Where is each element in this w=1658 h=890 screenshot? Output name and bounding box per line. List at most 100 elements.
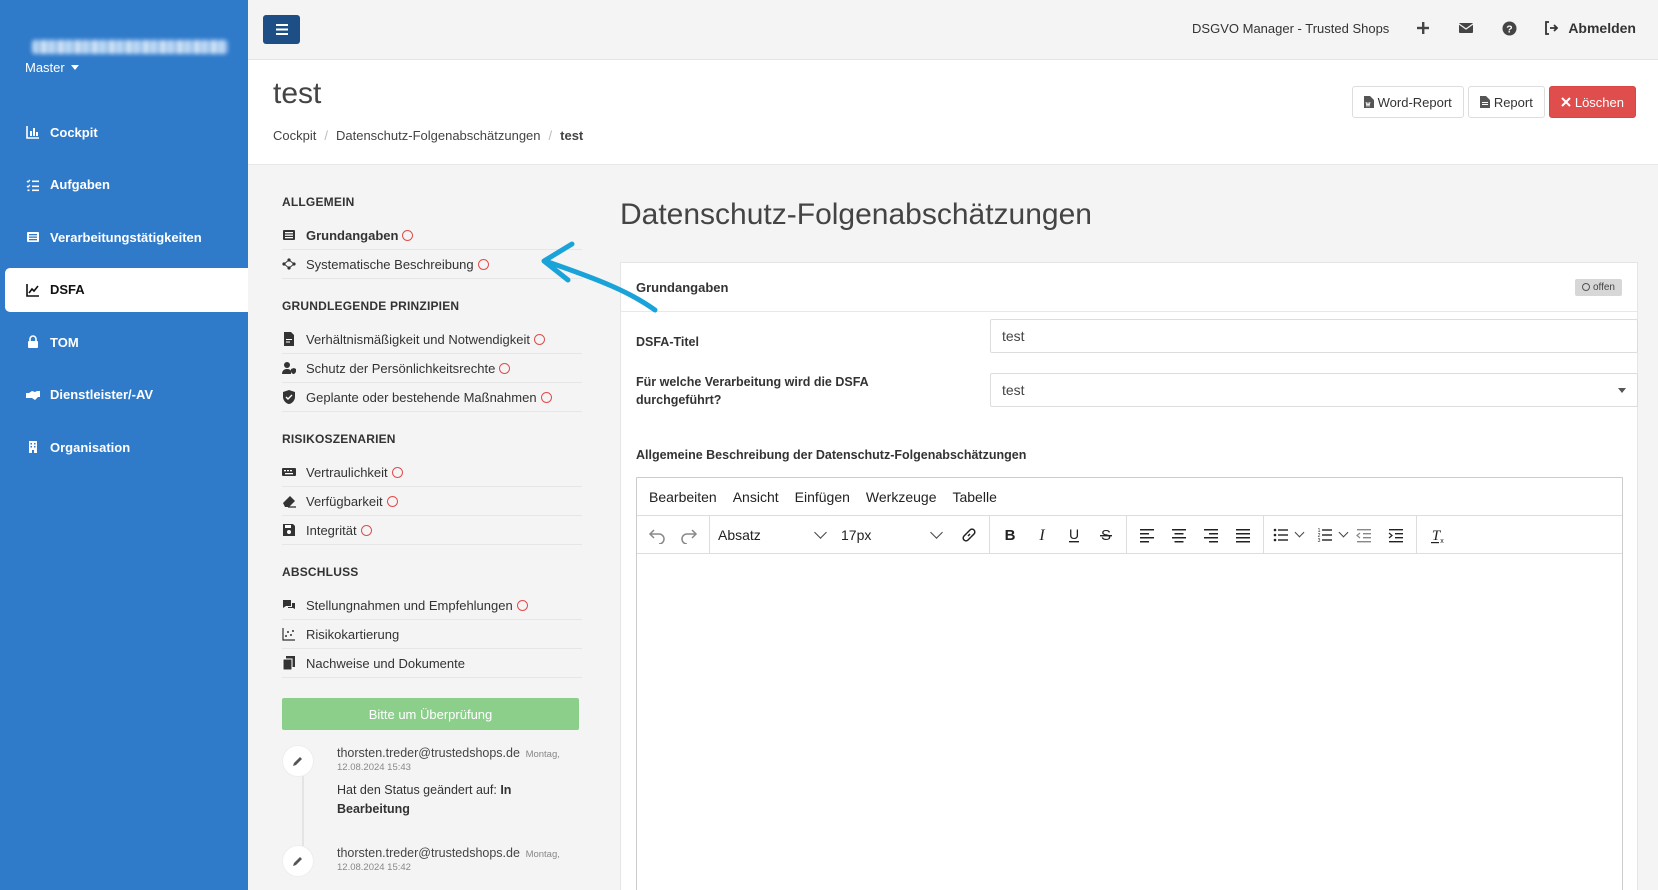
block-format-select[interactable]: Absatz bbox=[710, 526, 833, 543]
timeline-datetime: 12.08.2024 15:43 bbox=[337, 762, 411, 773]
font-size-value: 17px bbox=[841, 526, 872, 543]
bullet-list-icon bbox=[1269, 520, 1293, 550]
toolbar-list-group: 123 bbox=[1264, 516, 1417, 553]
question-circle-icon[interactable]: ? bbox=[1501, 20, 1517, 36]
clear-formatting-icon[interactable]: Tx bbox=[1422, 520, 1452, 550]
undo-icon[interactable] bbox=[642, 520, 672, 550]
nav-integritaet[interactable]: Integrität bbox=[282, 516, 582, 545]
hamburger-menu-button[interactable] bbox=[263, 15, 300, 44]
sidebar-item-dienstleister[interactable]: Dienstleister/-AV bbox=[0, 373, 248, 417]
align-center-icon[interactable] bbox=[1164, 520, 1194, 550]
processing-label: Für welche Verarbeitung wird die DSFA du… bbox=[636, 375, 869, 407]
breadcrumb-dsfa[interactable]: Datenschutz-Folgenabschätzungen bbox=[336, 128, 541, 143]
report-button[interactable]: Report bbox=[1467, 86, 1545, 118]
nav-vertraulichkeit[interactable]: Vertraulichkeit bbox=[282, 458, 582, 487]
timeline-day: Montag, bbox=[525, 749, 560, 760]
word-report-button[interactable]: Word-Report bbox=[1351, 86, 1464, 118]
editor-toolbar: Absatz 17px B I U S 1 2 3 T x bbox=[637, 516, 1622, 554]
nav-risikokartierung[interactable]: Risikokartierung bbox=[282, 620, 582, 649]
sidebar-item-verarbeitungstaetigkeiten[interactable]: Verarbeitungstätigkeiten bbox=[0, 215, 248, 259]
breadcrumb-current: test bbox=[560, 128, 584, 143]
numbered-list-icon: 123 bbox=[1313, 520, 1337, 550]
menu-einfuegen[interactable]: Einfügen bbox=[795, 489, 850, 505]
sidebar-item-organisation[interactable]: Organisation bbox=[0, 425, 248, 469]
plus-icon[interactable] bbox=[1415, 20, 1431, 36]
eraser-icon bbox=[282, 494, 296, 508]
processing-select[interactable]: test bbox=[990, 373, 1638, 407]
nav-nachweise[interactable]: Nachweise und Dokumente bbox=[282, 649, 582, 678]
bold-icon[interactable]: B bbox=[995, 520, 1025, 550]
status-open-icon bbox=[386, 495, 398, 507]
activity-timeline: thorsten.treder@trustedshops.de Montag, … bbox=[282, 745, 582, 877]
align-justify-icon[interactable] bbox=[1228, 520, 1258, 550]
italic-icon[interactable]: I bbox=[1027, 520, 1057, 550]
timeline-day: Montag, bbox=[525, 849, 560, 860]
nav-item-label: Schutz der Persönlichkeitsrechte bbox=[306, 360, 496, 376]
file-pdf-icon bbox=[1479, 96, 1490, 108]
toolbar-history-group bbox=[637, 516, 710, 553]
comments-icon bbox=[282, 598, 296, 612]
section-grundlegende-prinzipien: GRUNDLEGENDE PRINZIPIEN Verhältnismäßigk… bbox=[282, 299, 582, 412]
link-icon[interactable] bbox=[954, 520, 984, 550]
svg-text:U: U bbox=[1069, 526, 1079, 542]
caret-down-icon bbox=[70, 65, 79, 70]
nav-persoenlichkeitsrechte[interactable]: Schutz der Persönlichkeitsrechte bbox=[282, 354, 582, 383]
bullet-list-dropdown[interactable] bbox=[1269, 520, 1305, 550]
chart-line-icon bbox=[26, 283, 40, 297]
file-word-icon bbox=[1363, 96, 1374, 108]
sidebar-item-dsfa[interactable]: DSFA bbox=[5, 267, 248, 312]
underline-icon[interactable]: U bbox=[1059, 520, 1089, 550]
svg-text:?: ? bbox=[1506, 23, 1512, 35]
logout-button[interactable]: Abmelden bbox=[1544, 20, 1636, 36]
section-title: RISIKOSZENARIEN bbox=[282, 432, 396, 446]
numbered-list-dropdown[interactable]: 123 bbox=[1313, 520, 1349, 550]
section-risikoszenarien: RISIKOSZENARIEN Vertraulichkeit Verfügba… bbox=[282, 432, 582, 545]
nav-stellungnahmen[interactable]: Stellungnahmen und Empfehlungen bbox=[282, 591, 582, 620]
user-shield-icon bbox=[282, 361, 296, 375]
outdent-icon[interactable] bbox=[1349, 520, 1379, 550]
chevron-down-icon bbox=[930, 526, 943, 539]
timeline-text-prefix: Hat den Status geändert auf: bbox=[337, 783, 497, 797]
status-open-icon bbox=[534, 333, 546, 345]
section-title: ABSCHLUSS bbox=[282, 565, 359, 579]
block-format-value: Absatz bbox=[718, 526, 761, 543]
master-dropdown[interactable]: Master bbox=[25, 60, 79, 75]
envelope-icon[interactable] bbox=[1458, 20, 1474, 36]
form-heading: Datenschutz-Folgenabschätzungen bbox=[620, 198, 1092, 231]
editor-content-area[interactable] bbox=[637, 554, 1622, 890]
breadcrumb-cockpit[interactable]: Cockpit bbox=[273, 128, 316, 143]
sidebar-item-cockpit[interactable]: Cockpit bbox=[0, 110, 248, 154]
title-input[interactable]: test bbox=[990, 319, 1638, 353]
nav-item-label: Stellungnahmen und Empfehlungen bbox=[306, 597, 513, 613]
request-review-button[interactable]: Bitte um Überprüfung bbox=[282, 698, 579, 730]
redo-icon[interactable] bbox=[674, 520, 704, 550]
section-title: ALLGEMEIN bbox=[282, 195, 355, 209]
delete-button[interactable]: Löschen bbox=[1548, 86, 1636, 118]
sidebar-item-label: Dienstleister/-AV bbox=[50, 387, 154, 402]
menu-bearbeiten[interactable]: Bearbeiten bbox=[649, 489, 717, 505]
strikethrough-icon[interactable]: S bbox=[1091, 520, 1121, 550]
breadcrumb: Cockpit / Datenschutz-Folgenabschätzunge… bbox=[273, 128, 583, 143]
sidebar: Master Cockpit Aufgaben Verarbeitungstät… bbox=[0, 0, 248, 890]
align-left-icon[interactable] bbox=[1132, 520, 1162, 550]
sidebar-item-tom[interactable]: TOM bbox=[0, 320, 248, 364]
align-right-icon[interactable] bbox=[1196, 520, 1226, 550]
nav-massnahmen[interactable]: Geplante oder bestehende Maßnahmen bbox=[282, 383, 582, 412]
timeline-user: thorsten.treder@trustedshops.de bbox=[337, 746, 520, 760]
sidebar-item-aufgaben[interactable]: Aufgaben bbox=[0, 163, 248, 207]
sidebar-item-label: Verarbeitungstätigkeiten bbox=[50, 229, 202, 245]
timeline-entry: thorsten.treder@trustedshops.de Montag, … bbox=[282, 845, 582, 877]
master-label: Master bbox=[25, 60, 65, 75]
chart-bar-icon bbox=[26, 125, 40, 139]
indent-icon[interactable] bbox=[1381, 520, 1411, 550]
font-size-select[interactable]: 17px bbox=[833, 526, 949, 543]
menu-werkzeuge[interactable]: Werkzeuge bbox=[866, 489, 937, 505]
nav-verfuegbarkeit[interactable]: Verfügbarkeit bbox=[282, 487, 582, 516]
menu-tabelle[interactable]: Tabelle bbox=[952, 489, 996, 505]
menu-ansicht[interactable]: Ansicht bbox=[733, 489, 779, 505]
list-alt-icon bbox=[282, 228, 296, 242]
grundangaben-card: Grundangaben offen DSFA-Titel test Für w… bbox=[620, 262, 1638, 890]
page-title: test bbox=[273, 77, 322, 110]
status-open-icon bbox=[402, 229, 414, 241]
nav-verhaeltnismaessigkeit[interactable]: Verhältnismäßigkeit und Notwendigkeit bbox=[282, 325, 582, 354]
